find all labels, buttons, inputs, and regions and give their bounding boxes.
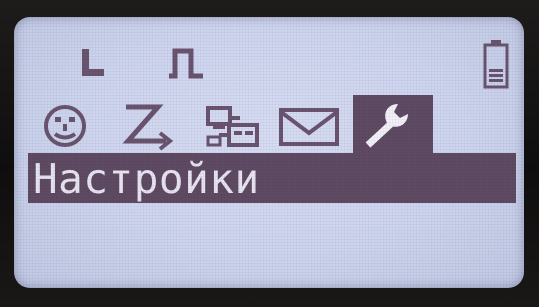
battery-icon [483, 39, 509, 89]
menu-title-bar: Настройки [28, 153, 516, 203]
pulse-icon [167, 47, 207, 79]
envelope-icon[interactable] [278, 107, 340, 147]
wrench-icon[interactable] [360, 101, 418, 151]
lcd-screen: Настройки [14, 17, 524, 288]
network-icon[interactable] [205, 103, 261, 151]
smiley-icon[interactable] [42, 103, 88, 149]
device-bezel: Настройки [0, 0, 539, 307]
menu-title: Настройки [33, 155, 260, 203]
signal-low-icon [80, 47, 106, 79]
redial-arrow-icon[interactable] [122, 103, 178, 151]
